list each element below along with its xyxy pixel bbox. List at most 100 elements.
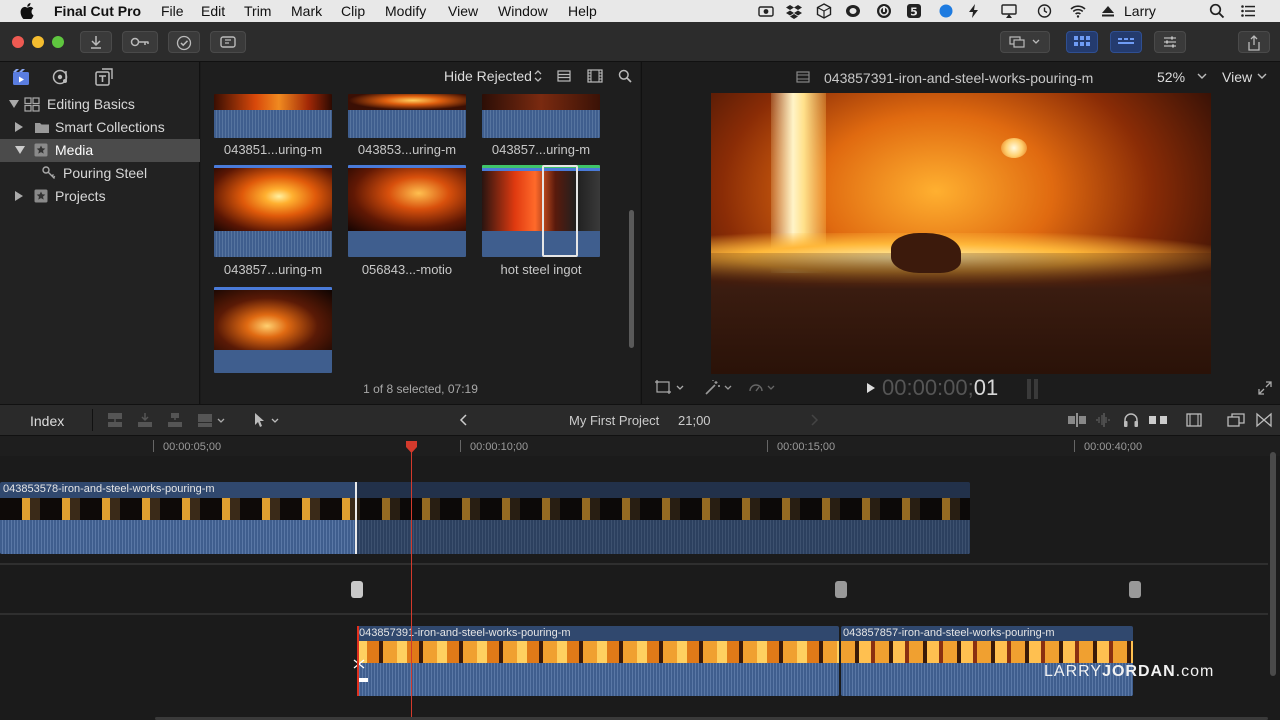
blue-status-icon[interactable]	[938, 3, 954, 19]
disclosure-closed-icon[interactable]	[15, 191, 23, 201]
history-back-icon[interactable]	[459, 414, 467, 426]
show-timeline-toggle[interactable]	[1110, 31, 1142, 53]
clip-thumbnail[interactable]	[214, 287, 332, 373]
share-button[interactable]	[1238, 31, 1270, 53]
notification-center-icon[interactable]	[1240, 3, 1256, 19]
menu-file[interactable]: File	[161, 3, 184, 19]
fullscreen-icon[interactable]	[1258, 381, 1272, 395]
show-browser-toggle[interactable]	[1066, 31, 1098, 53]
connection-handle[interactable]	[1129, 581, 1141, 598]
transitions-browser-icon[interactable]	[1256, 412, 1272, 428]
chevron-down-icon[interactable]	[217, 418, 225, 424]
menu-clip[interactable]: Clip	[341, 3, 365, 19]
updown-chevron-icon[interactable]	[534, 69, 542, 83]
chevron-down-icon[interactable]	[1257, 73, 1267, 80]
play-icon[interactable]	[866, 382, 876, 394]
keyword-pouring-steel[interactable]: Pouring Steel	[0, 162, 200, 185]
connection-handle[interactable]	[835, 581, 847, 598]
timeline-clip-lower-b[interactable]: 043857857-iron-and-steel-works-pouring-m	[841, 626, 1133, 696]
camera-icon[interactable]	[758, 3, 774, 19]
menu-app-name[interactable]: Final Cut Pro	[54, 3, 141, 19]
libraries-icon[interactable]	[12, 68, 30, 86]
select-tool-arrow-icon[interactable]	[253, 412, 265, 428]
script-icon[interactable]: 5	[906, 3, 922, 19]
retime-speedometer-icon[interactable]	[748, 380, 764, 396]
feedback-button[interactable]	[210, 31, 246, 53]
menu-help[interactable]: Help	[568, 3, 597, 19]
connect-clip-icon[interactable]	[106, 412, 124, 428]
menu-view[interactable]: View	[448, 3, 478, 19]
import-button[interactable]	[80, 31, 112, 53]
titles-generators-icon[interactable]	[94, 67, 114, 87]
list-view-icon[interactable]	[557, 70, 571, 82]
sync-icon[interactable]	[876, 3, 892, 19]
menu-user[interactable]: Larry	[1124, 3, 1156, 19]
timeline-ruler[interactable]: 00:00:05;00 00:00:10;00 00:00:15;00 00:0…	[0, 436, 1280, 456]
browser-scrollbar[interactable]	[629, 210, 634, 348]
timeline-clip-upper[interactable]: 043853578-iron-and-steel-works-pouring-m	[0, 482, 970, 554]
transform-icon[interactable]	[655, 380, 671, 394]
close-window-button[interactable]	[12, 36, 24, 48]
disclosure-open-icon[interactable]	[9, 100, 19, 108]
append-clip-icon[interactable]	[166, 412, 184, 428]
timeline-index-button[interactable]: Index	[30, 413, 64, 429]
snapping-icon[interactable]	[1148, 412, 1168, 428]
video-skimming-icon[interactable]	[1067, 412, 1087, 428]
search-icon[interactable]	[618, 69, 632, 83]
menu-trim[interactable]: Trim	[244, 3, 271, 19]
menu-window[interactable]: Window	[498, 3, 548, 19]
apple-icon[interactable]	[20, 3, 34, 19]
airplay-icon[interactable]	[1001, 3, 1017, 19]
event-projects[interactable]: Projects	[0, 185, 200, 208]
effects-browser-icon[interactable]	[1227, 412, 1245, 428]
minimize-window-button[interactable]	[32, 36, 44, 48]
lightning-icon[interactable]	[966, 3, 982, 19]
menu-modify[interactable]: Modify	[385, 3, 426, 19]
zoom-level[interactable]: 52%	[1157, 69, 1185, 85]
photos-audio-icon[interactable]	[52, 68, 72, 86]
connection-handle[interactable]	[351, 581, 363, 598]
event-media[interactable]: Media	[0, 139, 200, 162]
clip-thumbnail[interactable]	[214, 165, 332, 257]
filmstrip-icon[interactable]	[587, 69, 603, 83]
timeline-clip-lower-a[interactable]: 043857391-iron-and-steel-works-pouring-m	[357, 626, 839, 696]
cube-icon[interactable]	[816, 3, 832, 19]
audio-skimming-icon[interactable]	[1094, 412, 1114, 428]
clip-thumbnail[interactable]	[482, 94, 600, 138]
keywords-button[interactable]	[122, 31, 158, 53]
overwrite-clip-icon[interactable]	[196, 412, 214, 428]
disclosure-closed-icon[interactable]	[15, 122, 23, 132]
history-forward-icon[interactable]	[811, 414, 819, 426]
workspace-menu[interactable]	[1000, 31, 1050, 53]
headphones-solo-icon[interactable]	[1122, 411, 1140, 429]
chevron-down-icon[interactable]	[724, 385, 732, 391]
spotlight-icon[interactable]	[1209, 3, 1225, 19]
clip-appearance-icon[interactable]	[1185, 412, 1203, 428]
wifi-icon[interactable]	[1070, 3, 1086, 19]
view-menu[interactable]: View	[1222, 69, 1252, 85]
menu-edit[interactable]: Edit	[201, 3, 225, 19]
chevron-down-icon[interactable]	[271, 418, 279, 424]
dropbox-icon[interactable]	[786, 3, 802, 19]
clip-thumbnail[interactable]	[214, 94, 332, 138]
insert-clip-icon[interactable]	[136, 412, 154, 428]
time-machine-icon[interactable]	[1036, 3, 1052, 19]
playhead-marker-icon[interactable]	[406, 441, 417, 453]
backup-drive-icon[interactable]	[845, 3, 861, 19]
filter-popup[interactable]: Hide Rejected	[444, 68, 532, 84]
playhead-line[interactable]	[411, 448, 412, 720]
edit-point[interactable]	[355, 482, 357, 554]
timeline-scrollbar[interactable]	[1270, 452, 1276, 676]
clip-thumbnail[interactable]	[348, 165, 466, 257]
show-inspector-toggle[interactable]	[1154, 31, 1186, 53]
enhancements-wand-icon[interactable]	[704, 380, 722, 396]
chevron-down-icon[interactable]	[676, 385, 684, 391]
chevron-down-icon[interactable]	[767, 385, 775, 391]
zoom-window-button[interactable]	[52, 36, 64, 48]
clip-thumbnail-selected[interactable]	[482, 165, 600, 257]
menu-mark[interactable]: Mark	[291, 3, 322, 19]
clip-thumbnail[interactable]	[348, 94, 466, 138]
eject-icon[interactable]	[1100, 3, 1116, 19]
video-frame[interactable]	[711, 93, 1211, 374]
chevron-down-icon[interactable]	[1197, 73, 1207, 80]
